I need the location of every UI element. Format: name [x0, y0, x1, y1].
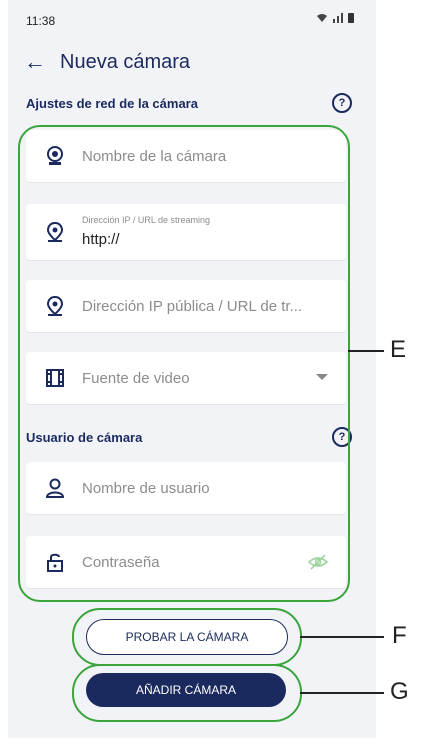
status-bar: 11:38 [8, 0, 376, 42]
signal-icon [333, 13, 343, 23]
app-header: ← Nueva cámara [8, 46, 376, 82]
callout-g-label: G [390, 678, 409, 705]
callout-e-line [348, 350, 384, 352]
network-section-title: Ajustes de red de la cámara [26, 96, 198, 111]
page-title: Nueva cámara [60, 51, 191, 73]
battery-icon [348, 13, 354, 23]
status-time: 11:38 [26, 14, 56, 28]
form-fields-highlight [18, 125, 350, 602]
status-icons [316, 13, 354, 23]
network-help-icon[interactable]: ? [332, 93, 352, 113]
wifi-icon [317, 14, 327, 22]
callout-f-label: F [392, 622, 407, 649]
callout-e-label: E [390, 336, 407, 363]
back-arrow-icon[interactable]: ← [24, 49, 46, 75]
test-button-highlight [72, 608, 302, 666]
callout-f-line [300, 636, 384, 638]
callout-g-line [300, 692, 384, 694]
add-button-highlight [72, 664, 302, 722]
